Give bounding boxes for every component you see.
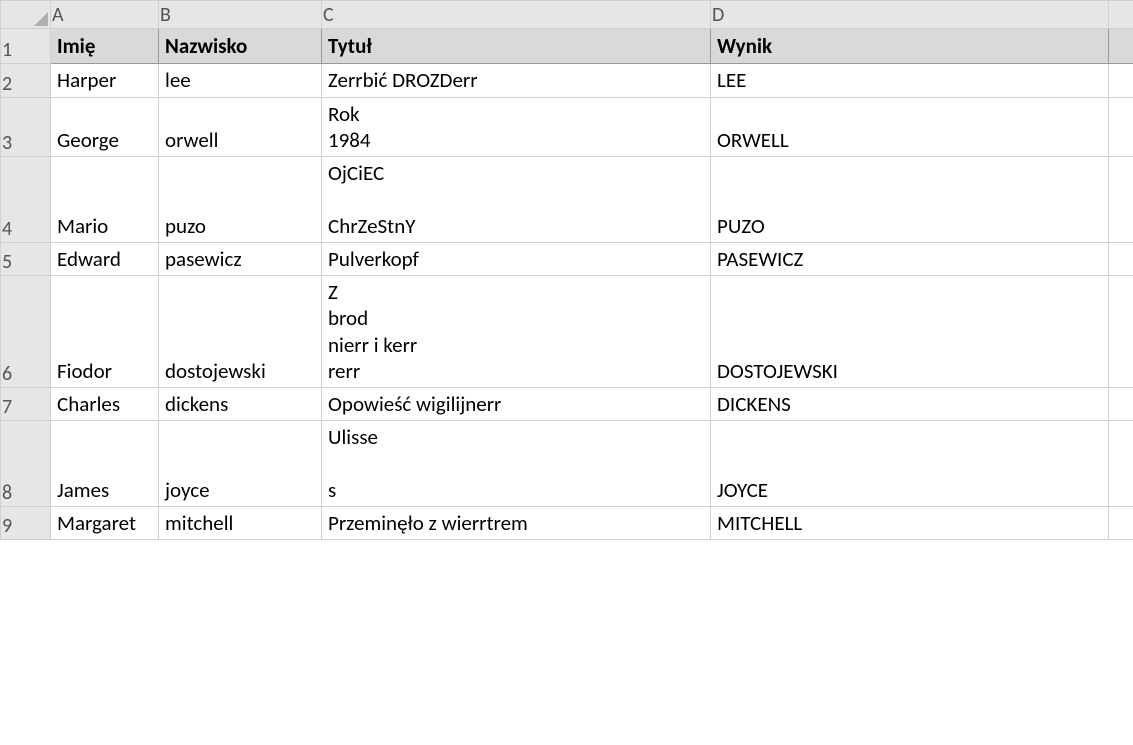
table-row: 4 Mario puzo OjCiEC ChrZeStnY PUZO	[1, 157, 1133, 243]
cell-empty[interactable]	[1109, 507, 1133, 540]
cell[interactable]: dickens	[159, 388, 322, 421]
cell-header-D[interactable]: Wynik	[711, 29, 1109, 64]
cell[interactable]: PUZO	[711, 157, 1109, 243]
cell[interactable]: Rok 1984	[322, 97, 711, 157]
row-header[interactable]: 4	[1, 157, 51, 243]
cell[interactable]: Z brod nierr i kerr rerr	[322, 276, 711, 388]
cell[interactable]: pasewicz	[159, 242, 322, 275]
cell-empty[interactable]	[1109, 29, 1133, 64]
cell[interactable]: Przeminęło z wierrtrem	[322, 507, 711, 540]
row-header[interactable]: 2	[1, 64, 51, 97]
grid-body: 1 Imię Nazwisko Tytuł Wynik 2 Harper lee…	[1, 29, 1133, 540]
cell[interactable]: George	[51, 97, 159, 157]
cell[interactable]: PASEWICZ	[711, 242, 1109, 275]
col-header-C[interactable]: C	[322, 1, 711, 29]
grid-table[interactable]: A B C D 1 Imię Nazwisko Tytuł Wynik 2 Ha…	[0, 0, 1133, 540]
cell-empty[interactable]	[1109, 421, 1133, 507]
select-all-triangle-icon	[34, 12, 48, 26]
cell[interactable]: LEE	[711, 64, 1109, 97]
table-row: 1 Imię Nazwisko Tytuł Wynik	[1, 29, 1133, 64]
cell[interactable]: MITCHELL	[711, 507, 1109, 540]
cell-empty[interactable]	[1109, 388, 1133, 421]
cell-empty[interactable]	[1109, 64, 1133, 97]
cell[interactable]: puzo	[159, 157, 322, 243]
col-header-D[interactable]: D	[711, 1, 1109, 29]
cell[interactable]: OjCiEC ChrZeStnY	[322, 157, 711, 243]
table-row: 8 James joyce Ulisse s JOYCE	[1, 421, 1133, 507]
cell[interactable]: mitchell	[159, 507, 322, 540]
table-row: 3 George orwell Rok 1984 ORWELL	[1, 97, 1133, 157]
table-row: 6 Fiodor dostojewski Z brod nierr i kerr…	[1, 276, 1133, 388]
cell-header-A[interactable]: Imię	[51, 29, 159, 64]
row-header[interactable]: 7	[1, 388, 51, 421]
column-header-row: A B C D	[1, 1, 1133, 29]
col-header-A[interactable]: A	[51, 1, 159, 29]
cell[interactable]: Zerrbić DROZDerr	[322, 64, 711, 97]
cell-header-C[interactable]: Tytuł	[322, 29, 711, 64]
cell[interactable]: Opowieść wigilijnerr	[322, 388, 711, 421]
table-row: 5 Edward pasewicz Pulverkopf PASEWICZ	[1, 242, 1133, 275]
table-row: 2 Harper lee Zerrbić DROZDerr LEE	[1, 64, 1133, 97]
cell-empty[interactable]	[1109, 97, 1133, 157]
cell[interactable]: DOSTOJEWSKI	[711, 276, 1109, 388]
cell[interactable]: Pulverkopf	[322, 242, 711, 275]
cell[interactable]: Fiodor	[51, 276, 159, 388]
cell[interactable]: dostojewski	[159, 276, 322, 388]
table-row: 7 Charles dickens Opowieść wigilijnerr D…	[1, 388, 1133, 421]
row-header[interactable]: 6	[1, 276, 51, 388]
cell[interactable]: James	[51, 421, 159, 507]
cell-empty[interactable]	[1109, 276, 1133, 388]
col-header-B[interactable]: B	[159, 1, 322, 29]
cell[interactable]: lee	[159, 64, 322, 97]
cell[interactable]: Margaret	[51, 507, 159, 540]
row-header[interactable]: 8	[1, 421, 51, 507]
cell[interactable]: JOYCE	[711, 421, 1109, 507]
spreadsheet[interactable]: A B C D 1 Imię Nazwisko Tytuł Wynik 2 Ha…	[0, 0, 1133, 745]
table-row: 9 Margaret mitchell Przeminęło z wierrtr…	[1, 507, 1133, 540]
cell[interactable]: Charles	[51, 388, 159, 421]
cell[interactable]: joyce	[159, 421, 322, 507]
select-all-corner[interactable]	[1, 1, 51, 29]
row-header[interactable]: 9	[1, 507, 51, 540]
row-header[interactable]: 1	[1, 29, 51, 64]
cell-header-B[interactable]: Nazwisko	[159, 29, 322, 64]
cell[interactable]: Harper	[51, 64, 159, 97]
cell[interactable]: Mario	[51, 157, 159, 243]
row-header[interactable]: 5	[1, 242, 51, 275]
row-header[interactable]: 3	[1, 97, 51, 157]
col-header-extra[interactable]	[1109, 1, 1133, 29]
cell-empty[interactable]	[1109, 157, 1133, 243]
cell-empty[interactable]	[1109, 242, 1133, 275]
cell[interactable]: Ulisse s	[322, 421, 711, 507]
cell[interactable]: orwell	[159, 97, 322, 157]
cell[interactable]: DICKENS	[711, 388, 1109, 421]
cell[interactable]: Edward	[51, 242, 159, 275]
cell[interactable]: ORWELL	[711, 97, 1109, 157]
